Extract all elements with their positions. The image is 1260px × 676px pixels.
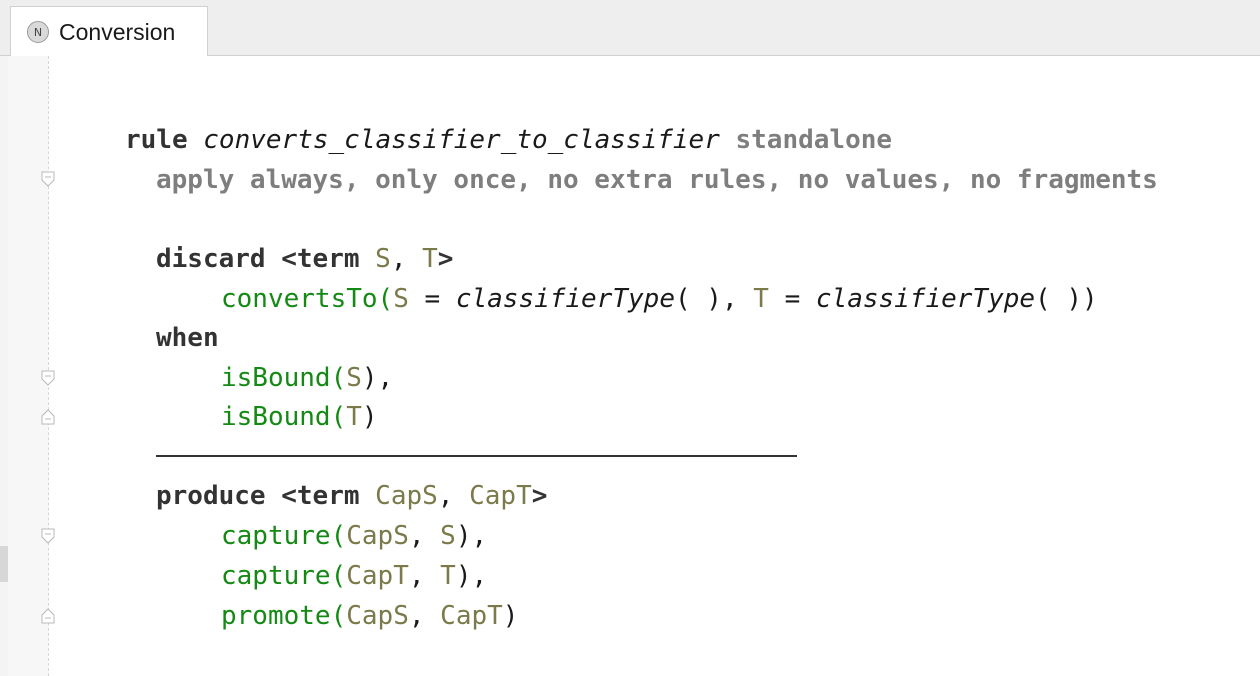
variable: S [375, 244, 391, 274]
function-name: capture [221, 521, 331, 551]
is-bound-line: isBound(S), [221, 361, 393, 395]
function-name: isBound [221, 363, 331, 393]
open-paren: ( [330, 521, 347, 551]
open-paren: ( [330, 363, 347, 393]
standalone-keyword: standalone [735, 125, 893, 155]
equals: = [768, 284, 816, 314]
fold-close-icon[interactable] [40, 409, 56, 425]
inference-rule-divider [156, 455, 797, 457]
capture-line: capture(CapS, S), [221, 519, 487, 553]
fold-open-icon[interactable] [40, 370, 56, 386]
close-paren: ), [361, 363, 394, 393]
close-paren: ) [361, 402, 378, 432]
rule-options-line: apply always, only once, no extra rules,… [156, 165, 1158, 195]
editor-tab-bar: N Conversion [0, 0, 1260, 57]
node-icon: N [27, 21, 49, 43]
fold-close-icon[interactable] [40, 608, 56, 624]
gutter [8, 56, 48, 676]
variable: S [440, 521, 456, 551]
left-strip [0, 56, 8, 676]
close-angle: > [437, 244, 454, 274]
fold-open-icon[interactable] [40, 171, 56, 187]
call-parens: ( ), [674, 284, 754, 314]
close-angle: > [531, 481, 548, 511]
rule-name: converts_classifier_to_classifier [203, 125, 720, 155]
converts-to-line: convertsTo(S = classifierType( ), T = cl… [221, 282, 1098, 316]
separator: , [408, 561, 441, 591]
function-name: convertsTo [221, 284, 378, 314]
variable: S [346, 363, 362, 393]
when-keyword: when [156, 323, 219, 353]
code-editor[interactable]: rule converts_classifier_to_classifier s… [0, 56, 1260, 676]
is-bound-line: isBound(T) [221, 400, 378, 434]
open-paren: ( [377, 284, 394, 314]
variable: S [393, 284, 409, 314]
rule-keyword: rule [125, 125, 188, 155]
function-name: isBound [221, 402, 331, 432]
term-keyword: <term [281, 481, 360, 511]
variable: T [346, 402, 362, 432]
function-name: promote [221, 601, 331, 631]
variable: T [753, 284, 769, 314]
variable: CapS [346, 521, 409, 551]
rule-header-line: rule converts_classifier_to_classifier s… [125, 123, 892, 157]
variable: CapT [469, 481, 532, 511]
gutter-divider [48, 56, 49, 676]
variable: T [422, 244, 438, 274]
tab-label: Conversion [59, 18, 176, 45]
close-paren: ), [455, 561, 488, 591]
close-paren: ), [455, 521, 488, 551]
separator: , [390, 244, 423, 274]
variable: CapS [346, 601, 409, 631]
separator: , [408, 521, 441, 551]
separator: , [408, 601, 441, 631]
classifier-call: classifierType [455, 284, 675, 314]
capture-line: capture(CapT, T), [221, 559, 487, 593]
fold-open-icon[interactable] [40, 528, 56, 544]
variable: CapT [440, 601, 503, 631]
equals: = [408, 284, 456, 314]
variable: CapS [375, 481, 438, 511]
term-keyword: <term [281, 244, 360, 274]
variable: CapT [346, 561, 409, 591]
open-paren: ( [330, 601, 347, 631]
classifier-call: classifierType [815, 284, 1036, 314]
function-name: capture [221, 561, 331, 591]
discard-keyword: discard [156, 244, 266, 274]
scroll-marker [0, 546, 8, 582]
produce-keyword: produce [156, 481, 266, 511]
produce-line: produce <term CapS, CapT> [156, 479, 547, 513]
discard-line: discard <term S, T> [156, 242, 453, 276]
tab-conversion[interactable]: N Conversion [10, 6, 208, 57]
open-paren: ( [330, 402, 347, 432]
promote-line: promote(CapS, CapT) [221, 599, 518, 633]
call-parens: ( )) [1035, 284, 1098, 314]
variable: T [440, 561, 456, 591]
separator: , [437, 481, 470, 511]
close-paren: ) [502, 601, 519, 631]
open-paren: ( [330, 561, 347, 591]
